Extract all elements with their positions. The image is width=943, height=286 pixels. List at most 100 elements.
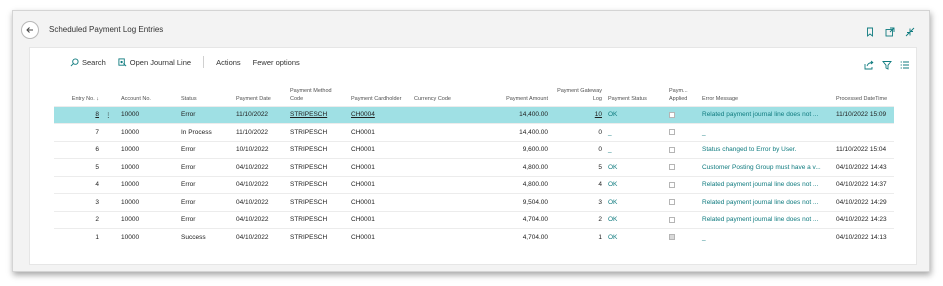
row-menu[interactable] (102, 123, 118, 141)
payment-status-cell[interactable]: OK (605, 158, 666, 176)
entry-no-cell[interactable]: 7 (54, 123, 102, 141)
payment-status-cell[interactable]: _ (605, 123, 666, 141)
row-menu[interactable] (102, 193, 118, 211)
col-payment-status[interactable]: Payment Status (605, 76, 666, 106)
payment-applied-cell (666, 158, 699, 176)
back-button[interactable] (21, 21, 39, 39)
row-menu[interactable] (102, 228, 118, 246)
currency-code-cell (411, 193, 475, 211)
payment-date-cell: 04/10/2022 (233, 210, 287, 229)
open-new-window-icon[interactable] (885, 24, 895, 37)
gateway-log-cell[interactable]: 5 (551, 158, 605, 176)
error-message-cell[interactable]: _ (699, 228, 833, 246)
col-payment-cardholder[interactable]: Payment Cardholder (348, 76, 411, 106)
error-message-cell[interactable]: Related payment journal line does not ..… (699, 193, 833, 211)
gateway-log-cell[interactable]: 2 (551, 210, 605, 229)
row-menu[interactable] (102, 175, 118, 194)
arrow-left-icon (26, 27, 33, 33)
payment-applied-cell (666, 193, 699, 211)
processed-datetime-cell: 11/10/2022 15:09 (833, 105, 894, 124)
col-payment-method-code[interactable]: Payment Method Code (287, 76, 348, 106)
error-message-cell[interactable]: Customer Posting Group must have a v... (699, 158, 833, 176)
payment-amount-cell: 4,704.00 (475, 228, 551, 246)
payment-cardholder-cell: CH0001 (348, 175, 411, 194)
entry-no-cell[interactable]: 6 (54, 140, 102, 159)
payment-amount-cell: 4,704.00 (475, 210, 551, 229)
payment-status-cell[interactable]: _ (605, 140, 666, 159)
gateway-log-cell[interactable]: 4 (551, 175, 605, 194)
table-row[interactable]: 4 10000 Error 04/10/2022 STRIPESCH CH0001 4,80… (54, 175, 894, 194)
payment-method-cell: STRIPESCH (287, 228, 348, 246)
entry-no-cell[interactable]: 1 (54, 228, 102, 246)
payment-amount-cell: 4,800.00 (475, 175, 551, 194)
col-status[interactable]: Status (178, 76, 233, 106)
list-view-icon[interactable] (900, 57, 910, 69)
error-message-cell[interactable]: Related payment journal line does not ..… (699, 210, 833, 229)
payment-amount-cell: 14,400.00 (475, 105, 551, 124)
col-entry-no[interactable]: Entry No. ↓ (54, 76, 102, 106)
payment-status-cell[interactable]: OK (605, 193, 666, 211)
processed-datetime-cell: 11/10/2022 15:04 (833, 140, 894, 159)
fewer-options-button[interactable]: Fewer options (253, 58, 300, 67)
table-row[interactable]: 3 10000 Error 04/10/2022 STRIPESCH CH0001 9,50… (54, 193, 894, 211)
payment-status-cell[interactable]: OK (605, 210, 666, 229)
payment-cardholder-cell: CH0001 (348, 158, 411, 176)
table-row[interactable]: 5 10000 Error 04/10/2022 STRIPESCH CH0001 4,80… (54, 158, 894, 176)
col-account-no[interactable]: Account No. (118, 76, 178, 106)
col-processed-datetime[interactable]: Processed DateTime (833, 76, 894, 106)
error-message-cell[interactable]: Related payment journal line does not ..… (699, 105, 833, 124)
entry-no-cell[interactable]: 8 (54, 105, 102, 124)
error-message-cell[interactable]: Status changed to Error by User. (699, 140, 833, 159)
list-card: Search Open Journal Line Actions Fewer o… (29, 47, 917, 265)
currency-code-cell (411, 123, 475, 141)
table-row[interactable]: 2 10000 Error 04/10/2022 STRIPESCH CH0001 4,70… (54, 210, 894, 229)
currency-code-cell (411, 210, 475, 229)
gateway-log-cell[interactable]: 1 (551, 228, 605, 246)
payment-amount-cell: 14,400.00 (475, 123, 551, 141)
account-no-cell: 10000 (118, 175, 178, 194)
error-message-cell[interactable]: Related payment journal line does not ..… (699, 175, 833, 194)
payment-cardholder-cell: CH0001 (348, 123, 411, 141)
open-journal-line-button[interactable]: Open Journal Line (118, 58, 191, 67)
col-payment-date[interactable]: Payment Date (233, 76, 287, 106)
entry-no-cell[interactable]: 5 (54, 158, 102, 176)
bookmark-icon[interactable] (865, 24, 875, 37)
row-menu[interactable] (102, 140, 118, 159)
search-button[interactable]: Search (70, 58, 106, 67)
payment-status-cell[interactable]: OK (605, 105, 666, 124)
actions-menu[interactable]: Actions (216, 58, 241, 67)
error-message-cell[interactable]: _ (699, 123, 833, 141)
share-icon[interactable] (864, 57, 874, 70)
table-row[interactable]: 1 10000 Success 04/10/2022 STRIPESCH CH0001 4,… (54, 228, 894, 246)
open-journal-line-label: Open Journal Line (129, 57, 192, 67)
row-menu[interactable] (102, 210, 118, 229)
collapse-icon[interactable] (905, 24, 915, 37)
gateway-log-cell[interactable]: 0 (551, 140, 605, 159)
col-currency-code[interactable]: Currency Code (411, 76, 475, 106)
col-error-message[interactable]: Error Message (699, 76, 833, 106)
gateway-log-cell[interactable]: 3 (551, 193, 605, 211)
payment-method-cell: STRIPESCH (287, 140, 348, 159)
payment-status-cell[interactable]: OK (605, 175, 666, 194)
entry-no-cell[interactable]: 2 (54, 210, 102, 229)
col-payment-amount[interactable]: Payment Amount (475, 76, 551, 106)
journal-icon (118, 57, 127, 66)
col-payment-gateway-log[interactable]: Payment Gateway Log (551, 76, 605, 106)
entry-no-cell[interactable]: 4 (54, 175, 102, 194)
account-no-cell: 10000 (118, 210, 178, 229)
status-cell: Error (178, 210, 233, 229)
table-row[interactable]: 8 ⋮ 10000 Error 11/10/2022 STRIPESCH CH0004 14,… (54, 105, 894, 124)
table-row[interactable]: 6 10000 Error 10/10/2022 STRIPESCH CH0001 9,60… (54, 140, 894, 159)
payment-status-cell[interactable]: OK (605, 228, 666, 246)
filter-icon[interactable] (882, 57, 892, 70)
more-vertical-icon[interactable]: ⋮ (105, 112, 112, 119)
row-menu[interactable] (102, 158, 118, 176)
col-payment-applied[interactable]: Paym... Applied (666, 76, 699, 106)
gateway-log-cell[interactable]: 0 (551, 123, 605, 141)
entry-no-cell[interactable]: 3 (54, 193, 102, 211)
row-menu[interactable]: ⋮ (102, 105, 118, 124)
table-row[interactable]: 7 10000 In Process 11/10/2022 STRIPESCH CH000… (54, 123, 894, 141)
log-entries-table: Entry No. ↓ Account No. Status Payment D… (54, 76, 894, 246)
gateway-log-cell[interactable]: 10 (551, 105, 605, 124)
applied-checkbox (669, 181, 675, 188)
